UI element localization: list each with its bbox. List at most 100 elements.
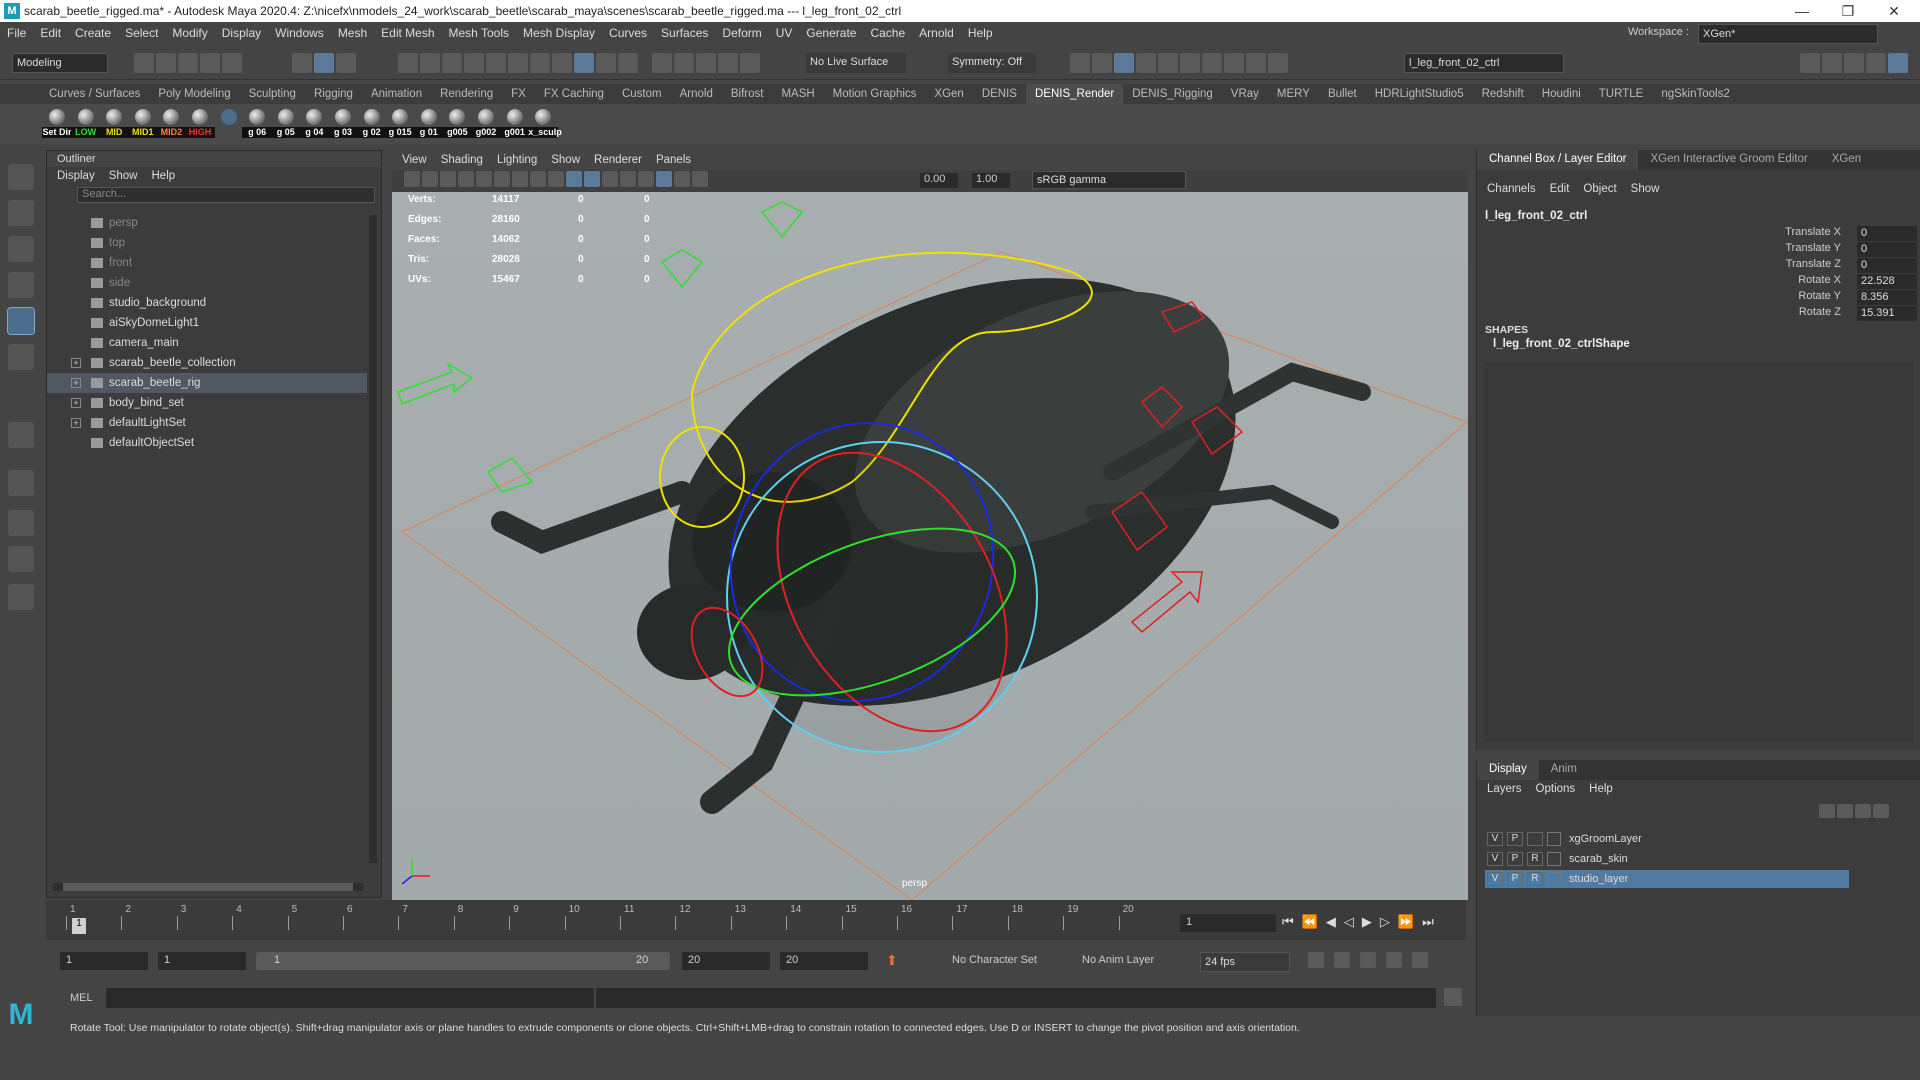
outliner-item[interactable]: + body_bind_set [47, 393, 367, 413]
go-to-start-icon[interactable]: ⏮ [1282, 914, 1302, 929]
menu-arnold[interactable]: Arnold [912, 26, 961, 40]
channel-box-tab[interactable]: XGen [1820, 150, 1873, 170]
animation-start-field[interactable]: 1 [60, 952, 148, 970]
mel-label[interactable]: MEL [70, 992, 93, 1004]
shelf-tab-sculpting[interactable]: Sculpting [240, 84, 305, 104]
menu-file[interactable]: File [0, 26, 33, 40]
shelf-tab-mash[interactable]: MASH [772, 84, 823, 104]
output-history-icon[interactable] [674, 53, 694, 73]
attribute-editor-icon[interactable] [1822, 53, 1842, 73]
sound-icon[interactable] [1360, 952, 1376, 968]
shadows-icon[interactable] [638, 171, 654, 187]
textured-icon[interactable] [602, 171, 618, 187]
rename-selected-field[interactable]: l_leg_front_02_ctrl [1404, 53, 1564, 73]
channel-box-menu-channels[interactable]: Channels [1487, 183, 1536, 195]
viewport-menu-renderer[interactable]: Renderer [594, 154, 642, 168]
shelf-button[interactable]: g 06 [242, 107, 273, 141]
playback-end-field[interactable]: 20 [682, 952, 770, 970]
character-set-dropdown[interactable]: No Character Set [952, 954, 1037, 966]
viewport-menu-show[interactable]: Show [551, 154, 580, 168]
snap-grid-icon[interactable] [398, 53, 418, 73]
shelf-button[interactable]: g 015 [385, 107, 416, 141]
shelf-tab-redshift[interactable]: Redshift [1473, 84, 1533, 104]
menu-uv[interactable]: UV [769, 26, 800, 40]
safe-action-icon[interactable] [548, 171, 564, 187]
menu-mesh-display[interactable]: Mesh Display [516, 26, 602, 40]
shelf-button[interactable]: g 02 [356, 107, 387, 141]
playback-start-field[interactable]: 1 [158, 952, 246, 970]
channel-box-tab[interactable]: XGen Interactive Groom Editor [1638, 150, 1819, 170]
menu-cache[interactable]: Cache [863, 26, 912, 40]
attr-name[interactable]: Rotate X [1741, 274, 1841, 286]
move-layer-up-icon[interactable] [1819, 804, 1835, 818]
attr-value-field[interactable]: 22.528 [1857, 274, 1917, 289]
colorspace-dropdown[interactable]: sRGB gamma [1032, 171, 1186, 189]
shape-node-name[interactable]: l_leg_front_02_ctrlShape [1493, 338, 1630, 350]
menu-deform[interactable]: Deform [715, 26, 768, 40]
tool-settings-icon[interactable] [1844, 53, 1864, 73]
input-history-icon[interactable] [652, 53, 672, 73]
attr-value-field[interactable]: 8.356 [1857, 290, 1917, 305]
shelf-tab-vray[interactable]: VRay [1222, 84, 1268, 104]
exposure-icon[interactable] [692, 171, 708, 187]
layer-row[interactable]: V P Rstudio_layer [1485, 870, 1849, 888]
expand-icon[interactable]: + [71, 358, 81, 368]
workspace-dropdown[interactable]: XGen* [1698, 24, 1878, 44]
construction-history-icon[interactable] [696, 53, 716, 73]
attr-value-field[interactable]: 0 [1857, 258, 1917, 273]
ipr-render-icon[interactable] [1092, 53, 1112, 73]
layer-editor-icon[interactable] [1888, 53, 1908, 73]
rotate-tool-icon[interactable] [7, 307, 35, 335]
attr-value-field[interactable]: 15.391 [1857, 306, 1917, 321]
layer-row[interactable]: V P Rscarab_skin [1485, 850, 1849, 868]
layer-color-swatch[interactable] [1547, 872, 1561, 886]
select-hierarchy-icon[interactable] [292, 53, 312, 73]
step-forward-frame-icon[interactable]: ▷ [1380, 914, 1398, 929]
wireframe-icon[interactable] [566, 171, 582, 187]
new-layer-icon[interactable] [1855, 804, 1871, 818]
outliner-item[interactable]: camera_main [47, 333, 367, 353]
undo-icon[interactable] [200, 53, 220, 73]
layer-reference-toggle[interactable]: R [1527, 872, 1543, 886]
ghost-icon[interactable] [1412, 952, 1428, 968]
shelf-tab-turtle[interactable]: TURTLE [1590, 84, 1653, 104]
viewport-menu-view[interactable]: View [402, 154, 427, 168]
ik-arrow-green[interactable] [397, 362, 474, 405]
shelf-tab-xgen[interactable]: XGen [925, 84, 972, 104]
current-frame-field[interactable]: 1 [1180, 914, 1276, 932]
xgen-icon[interactable] [1224, 53, 1244, 73]
shelf-button[interactable]: g005 [442, 107, 473, 141]
menu-generate[interactable]: Generate [799, 26, 863, 40]
shelf-tab-rendering[interactable]: Rendering [431, 84, 502, 104]
layer-menu-help[interactable]: Help [1589, 783, 1613, 795]
layer-playback-toggle[interactable]: P [1507, 872, 1523, 886]
shelf-tab-arnold[interactable]: Arnold [671, 84, 722, 104]
expand-icon[interactable]: + [71, 378, 81, 388]
shelf-button[interactable]: MID1 [127, 107, 158, 141]
menu-create[interactable]: Create [68, 26, 118, 40]
layer-playback-toggle[interactable]: P [1507, 852, 1523, 866]
outliner-item[interactable]: + scarab_beetle_rig [47, 373, 367, 393]
shelf-tab-motion-graphics[interactable]: Motion Graphics [824, 84, 926, 104]
film-gate-icon[interactable] [494, 171, 510, 187]
rotate-manipulator-outer[interactable] [726, 441, 1038, 753]
snap-vertex-icon[interactable] [530, 53, 550, 73]
layer-editor-tab[interactable]: Display [1477, 760, 1539, 780]
shelf-button[interactable]: x_sculp [528, 107, 562, 141]
outliner-search-input[interactable]: Search... [77, 187, 375, 203]
channel-box-tab[interactable]: Channel Box / Layer Editor [1477, 150, 1639, 170]
viewport-menu-lighting[interactable]: Lighting [497, 154, 537, 168]
shelf-tab-bifrost[interactable]: Bifrost [722, 84, 773, 104]
move-layer-down-icon[interactable] [1837, 804, 1853, 818]
shelf-tab-denis[interactable]: DENIS [973, 84, 1026, 104]
shelf-button[interactable]: MID2 [156, 107, 187, 141]
snap-surface-icon[interactable] [464, 53, 484, 73]
shelf-tab-custom[interactable]: Custom [613, 84, 671, 104]
channel-box-menu-edit[interactable]: Edit [1550, 183, 1570, 195]
hypershade-icon[interactable] [1136, 53, 1156, 73]
menu-mesh-tools[interactable]: Mesh Tools [442, 26, 516, 40]
attr-name[interactable]: Translate Z [1741, 258, 1841, 270]
outliner-menu-show[interactable]: Show [109, 170, 138, 182]
shelf-tab-curves-surfaces[interactable]: Curves / Surfaces [40, 84, 149, 104]
single-view-layout-icon[interactable] [8, 422, 34, 448]
